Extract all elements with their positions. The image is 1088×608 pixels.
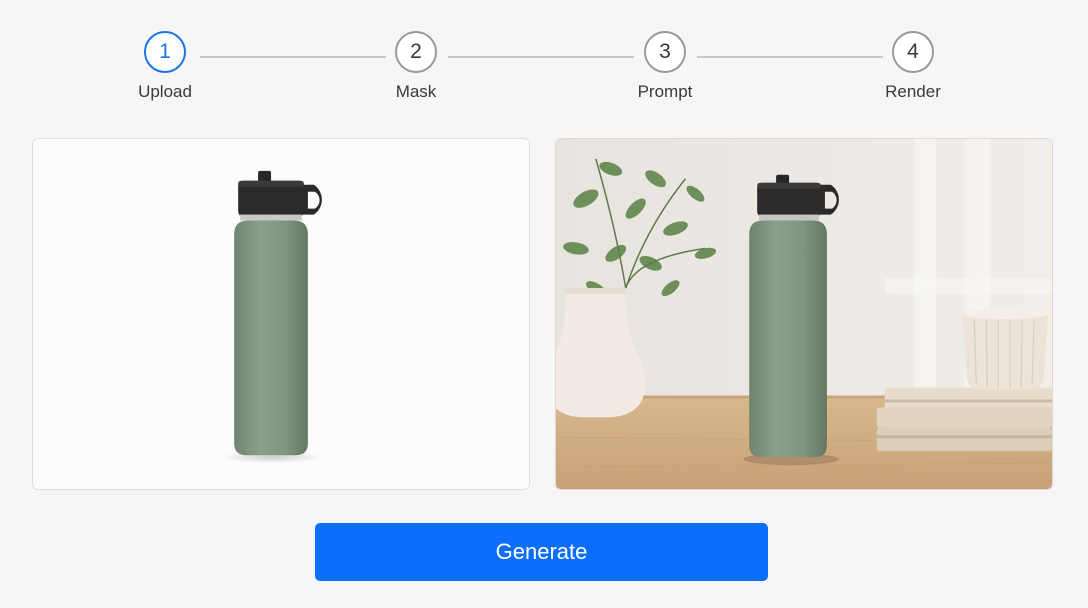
step-mask[interactable]: 2 Mask [356,31,476,102]
water-bottle-image [33,139,529,489]
step-number-badge: 3 [644,31,686,73]
step-number-badge: 1 [144,31,186,73]
rendered-image-panel [555,138,1053,490]
step-label: Mask [395,82,437,101]
generate-button[interactable]: Generate [315,523,768,581]
step-number-badge: 2 [395,31,437,73]
original-image-panel [32,138,530,490]
step-label: Upload [138,82,192,101]
rendered-scene-image [556,139,1052,489]
step-number-badge: 4 [892,31,934,73]
step-prompt[interactable]: 3 Prompt [605,31,725,102]
step-upload[interactable]: 1 Upload [105,31,225,102]
step-label: Prompt [637,82,693,101]
step-render[interactable]: 4 Render [853,31,973,102]
step-label: Render [885,82,941,101]
progress-stepper: 1 Upload 2 Mask 3 Prompt 4 Render [0,0,1088,120]
